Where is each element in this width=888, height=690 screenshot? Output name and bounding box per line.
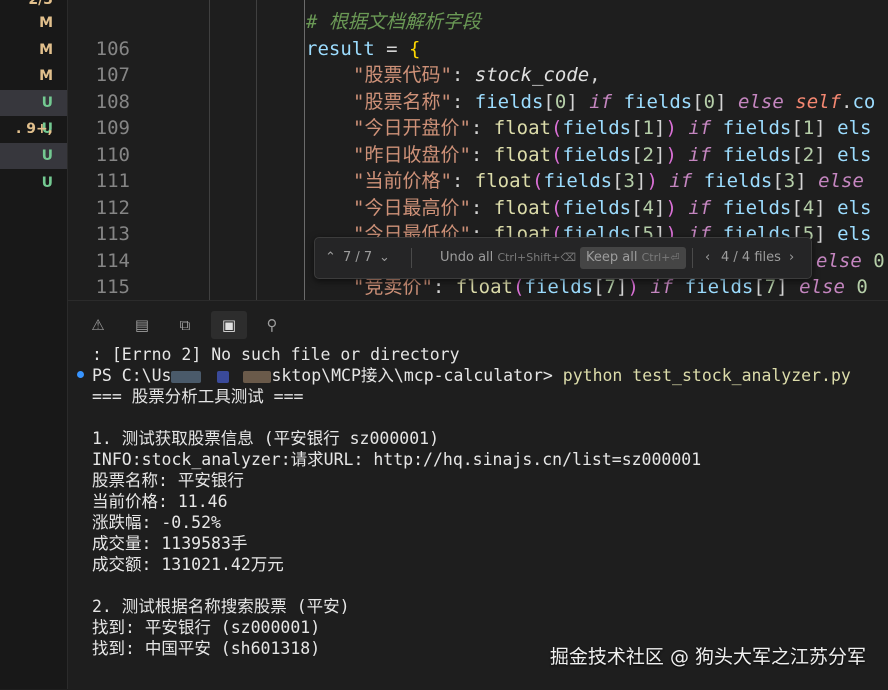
terminal-line: === 股票分析工具测试 === <box>92 387 304 406</box>
file-counter: 4 / 4 files <box>721 250 781 265</box>
code-expression: float(fields[1]) if fields[1] els <box>493 117 872 139</box>
scm-row[interactable]: U <box>0 90 67 116</box>
scm-status: 2/3 <box>28 0 53 8</box>
previous-change-icon[interactable]: ⌃ <box>325 238 336 278</box>
terminal-line: 找到: 平安银行 (sz000001) <box>92 618 321 637</box>
code-line[interactable]: 110 "今日开盘价": float(fields[1]) if fields[… <box>68 115 888 166</box>
scm-row[interactable]: U <box>0 170 67 196</box>
next-change-icon[interactable]: ⌄ <box>379 238 390 278</box>
redacted-path <box>217 370 230 383</box>
watermark: 掘金技术社区 @ 狗头大军之江苏分军 <box>549 646 866 668</box>
terminal-line: 涨跌幅: -0.52% <box>92 513 221 532</box>
code-expression: fields[0] if fields[0] else self.co <box>474 90 876 113</box>
terminal-prompt-line: PS C:\Us sktop\MCP接入\mcp-calculator> pyth… <box>92 365 851 386</box>
keep-all-shortcut: Ctrl+⏎ <box>641 251 680 264</box>
code-line[interactable]: 112 "当前价格": float(fields[3]) if fields[3… <box>68 168 888 219</box>
terminal-line: 找到: 中国平安 (sh601318) <box>92 639 321 658</box>
dict-key: "今日开盘价" <box>353 117 471 139</box>
prompt-suffix: sktop\MCP接入\mcp-calculator> <box>271 366 563 385</box>
code-text: "昨日收盘价": float(fields[2]) if fields[2] e… <box>353 143 872 166</box>
code-line[interactable]: 109 "股票名称": fields[0] if fields[0] else … <box>68 89 888 140</box>
dict-key: "股票代码" <box>353 64 452 86</box>
code-text: "今日最高价": float(fields[4]) if fields[4] e… <box>353 196 872 219</box>
scm-row[interactable]: M <box>0 63 67 89</box>
dict-key: "竞卖价" <box>353 276 433 298</box>
code-text: "今日开盘价": float(fields[1]) if fields[1] e… <box>353 117 872 139</box>
code-text: else 0 <box>816 248 885 275</box>
change-counter: 7 / 7 <box>343 250 373 265</box>
scm-status: M <box>39 68 53 84</box>
terminal-line: 2. 测试根据名称搜索股票 (平安) <box>92 597 350 616</box>
code-variable: stock_code <box>474 64 590 86</box>
prompt-prefix: PS C:\Us <box>92 366 172 385</box>
keep-all-button[interactable]: Keep all Ctrl+⏎ <box>580 247 686 269</box>
code-variable: result <box>306 37 375 60</box>
code-expression: float(fields[2]) if fields[2] els <box>493 143 872 166</box>
toolbar-divider <box>692 248 693 268</box>
terminal-line: INFO:stock_analyzer:请求URL: http://hq.sin… <box>92 450 702 469</box>
scm-status: M <box>39 42 53 58</box>
terminal-output[interactable]: : [Errno 2] No such file or directory PS… <box>0 300 888 689</box>
code-text: "股票名称": fields[0] if fields[0] else self… <box>353 90 876 113</box>
code-expression: float(fields[4]) if fields[4] els <box>493 196 872 219</box>
dict-key: "股票名称" <box>353 90 452 113</box>
command-status-icon <box>77 371 84 378</box>
terminal-line: 成交额: 131021.42万元 <box>92 555 284 574</box>
scm-status: U <box>41 148 53 164</box>
redacted-path <box>171 370 202 383</box>
terminal-line: 股票名称: 平安银行 <box>92 471 244 490</box>
previous-file-icon[interactable]: ‹ <box>705 238 710 278</box>
terminal-line: : [Errno 2] No such file or directory <box>92 345 460 364</box>
scm-status: M <box>39 15 53 31</box>
code-comment: # 根据文档解析字段 <box>306 11 481 33</box>
code-operator: = <box>374 37 409 60</box>
code-line[interactable]: 106 # 根据文档解析字段 <box>68 9 888 60</box>
redacted-path <box>243 370 272 383</box>
code-line[interactable]: 111 "昨日收盘价": float(fields[2]) if fields[… <box>68 142 888 193</box>
code-text: result = { <box>306 36 420 63</box>
undo-all-button[interactable]: Undo all Ctrl+Shift+⌫ <box>440 238 576 278</box>
scm-row[interactable]: . 9+, U <box>0 116 67 163</box>
diff-review-toolbar: ⌃ 7 / 7 ⌄ Undo all Ctrl+Shift+⌫ Keep all… <box>314 237 812 279</box>
terminal-line: 成交量: 1139583手 <box>92 534 248 553</box>
dict-key: "今日最高价" <box>353 196 471 219</box>
code-expression: float(fields[7]) if fields[7] else 0 <box>455 276 868 298</box>
code-expression: float(fields[3]) if fields[3] else <box>474 170 864 192</box>
terminal-command: python test_stock_analyzer.py <box>562 366 851 385</box>
scm-status: U <box>41 175 53 191</box>
terminal-line: 当前价格: 11.46 <box>92 492 228 511</box>
dict-key: "昨日收盘价" <box>353 143 471 166</box>
code-expression: else 0 <box>816 249 885 272</box>
code-text: "股票代码": stock_code, <box>353 64 601 86</box>
undo-all-shortcut: Ctrl+Shift+⌫ <box>497 251 577 264</box>
code-line[interactable]: 113 "今日最高价": float(fields[4]) if fields[… <box>68 195 888 246</box>
code-line[interactable]: 108 "股票代码": stock_code, <box>68 62 888 113</box>
dict-key: "当前价格" <box>353 170 452 192</box>
scm-status: U <box>41 95 53 111</box>
scm-row[interactable]: M <box>0 10 67 36</box>
toolbar-divider <box>411 248 412 268</box>
next-file-icon[interactable]: › <box>789 238 794 278</box>
code-line[interactable]: 107 result = { <box>68 36 888 87</box>
terminal-line: 1. 测试获取股票信息 (平安银行 sz000001) <box>92 429 440 448</box>
code-brace: { <box>408 37 421 60</box>
scm-row[interactable]: M <box>0 37 67 63</box>
scm-row[interactable]: U <box>0 143 67 169</box>
code-text: "当前价格": float(fields[3]) if fields[3] el… <box>353 170 864 192</box>
undo-all-label: Undo all <box>440 250 494 265</box>
keep-all-label: Keep all <box>586 250 638 265</box>
code-punctuation: , <box>589 64 601 86</box>
